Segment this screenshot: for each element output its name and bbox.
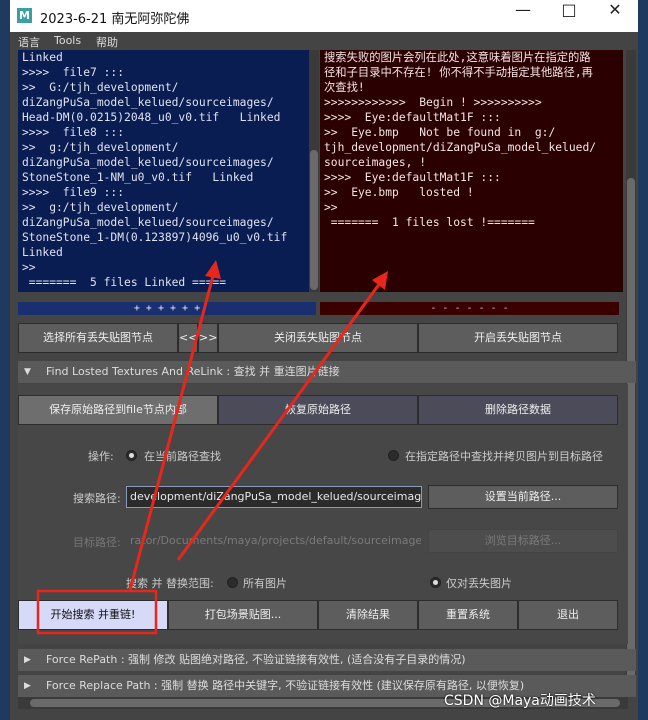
radio-copy-to-target[interactable]: [388, 450, 399, 461]
prev-button[interactable]: <<: [178, 323, 198, 353]
log-line: StoneStone_1-NM_u0_v0.tif Linked: [22, 171, 254, 184]
log-line: 径和子目录中不存在! 你不得不手动指定其他路径,再: [324, 66, 593, 79]
tab-save-original-path[interactable]: 保存原始路径到file节点内部: [18, 395, 218, 425]
log-line: Linked: [22, 246, 63, 259]
log-line: >>: [324, 201, 338, 214]
open-missing-nodes-button[interactable]: 开启丢失贴图节点: [418, 323, 618, 353]
log-line: diZangPuSa_model_kelued/sourceimages/: [22, 216, 274, 229]
linked-log-panel[interactable]: Linked >>>> file7 ::: >> G:/tjh_developmen…: [18, 50, 309, 292]
log-line: >> G:/tjh_development/: [22, 81, 179, 94]
radio-copy-to-target-label: 在指定路径中查找并拷贝图片到目标路径: [405, 450, 603, 463]
log-line: tjh_development/diZangPuSa_model_kelued/: [324, 141, 597, 154]
reset-system-button[interactable]: 重置系统: [418, 600, 518, 630]
log-line: ======= 1 files lost !=======: [324, 216, 535, 229]
scope-label: 搜索 并 替换范围:: [126, 577, 214, 590]
log-line: >>>> file9 :::: [22, 186, 125, 199]
radio-all-images-label: 所有图片: [243, 577, 287, 590]
search-path-label: 搜索路径:: [73, 492, 121, 505]
set-current-path-button[interactable]: 设置当前路径...: [428, 485, 618, 509]
radio-all-images[interactable]: [227, 577, 238, 588]
window-title: 2023-6-21 南无阿弥陀佛: [40, 12, 190, 27]
collapse-right-icon: ▶: [24, 681, 31, 691]
force-repath-section-header[interactable]: ▶ Force RePath : 强制 修改 贴图绝对路径, 不验证链接有效性,…: [18, 649, 636, 671]
maximize-button[interactable]: □: [546, 0, 592, 32]
lost-status-bar: - - - - - - -: [320, 302, 619, 315]
target-path-label: 目标路径:: [73, 536, 121, 549]
log-line: >>: [22, 261, 36, 274]
log-line: 搜索失败的图片会列在此处,这意味着图片在指定的路: [324, 51, 591, 64]
target-path-input[interactable]: rator/Documents/maya/projects/default/so…: [126, 530, 422, 552]
next-button[interactable]: >>: [198, 323, 218, 353]
csdn-watermark: CSDN @Maya动画技术: [444, 693, 596, 709]
start-search-relink-button[interactable]: 开始搜索 并重链!: [18, 600, 168, 630]
minimize-button[interactable]: —: [500, 0, 546, 32]
log-line: 次查找!: [324, 81, 365, 94]
log-line: StoneStone_1-DM(0.123897)4096_u0_v0.tif: [22, 231, 288, 244]
pack-scene-textures-button[interactable]: 打包场景贴图...: [168, 600, 318, 630]
operation-label: 操作:: [88, 450, 114, 463]
find-textures-panel: 保存原始路径到file节点内部 恢复原始路径 删除路径数据 操作: 在当前路径查…: [18, 384, 628, 644]
lost-log-panel[interactable]: 搜索失败的图片会列在此处,这意味着图片在指定的路 径和子目录中不存在! 你不得不手…: [320, 50, 623, 292]
log-line: >> g:/tjh_development/: [22, 141, 179, 154]
log-line: ======= 5 files Linked =====: [22, 276, 227, 289]
browse-target-path-button[interactable]: 浏览目标路径...: [428, 529, 618, 553]
menu-tools[interactable]: Tools: [54, 34, 81, 47]
log-line: diZangPuSa_model_kelued/sourceimages/: [22, 156, 274, 169]
find-textures-section-header[interactable]: ▼ Find Losted Textures And ReLink : 查找 并…: [18, 361, 636, 383]
log-line: >>>> file8 :::: [22, 126, 125, 139]
log-line: >> g:/tjh_development/: [22, 201, 179, 214]
radio-lost-only-label: 仅对丢失图片: [446, 577, 512, 590]
radio-current-path-label: 在当前路径查找: [144, 450, 221, 463]
radio-lost-only[interactable]: [430, 577, 441, 588]
collapse-right-icon: ▶: [24, 655, 31, 665]
collapse-down-icon: ▼: [24, 367, 31, 377]
close-missing-nodes-button[interactable]: 关闭丢失贴图节点: [218, 323, 418, 353]
log-line: diZangPuSa_model_kelued/sourceimages/: [22, 96, 274, 109]
close-button[interactable]: ✕: [592, 0, 638, 32]
menu-language[interactable]: 语言: [18, 34, 40, 50]
app-window: M 2023-6-21 南无阿弥陀佛 — □ ✕ 语言 Tools 帮助 Lin…: [10, 0, 638, 720]
log-line: Linked: [22, 51, 63, 64]
section-title: Find Losted Textures And ReLink : 查找 并 重…: [46, 365, 340, 378]
section-title: Force RePath : 强制 修改 贴图绝对路径, 不验证链接有效性, (…: [46, 653, 466, 666]
log-line: >>>> file7 :::: [22, 66, 125, 79]
log-line: >> Eye.bmp losted !: [324, 186, 474, 199]
log-line: Head-DM(0.0215)2048_u0_v0.tif Linked: [22, 111, 281, 124]
log-line: >>>> Eye:defaultMat1F :::: [324, 171, 501, 184]
log-line: sourceimages, !: [324, 156, 427, 169]
tab-restore-path[interactable]: 恢复原始路径: [218, 395, 418, 425]
select-missing-nodes-button[interactable]: 选择所有丢失贴图节点: [18, 323, 178, 353]
clear-results-button[interactable]: 清除结果: [318, 600, 418, 630]
menu-bar: 语言 Tools 帮助: [10, 32, 638, 50]
title-bar: M 2023-6-21 南无阿弥陀佛 — □ ✕: [10, 0, 638, 32]
log-line: >> Eye.bmp Not be found in g:/: [324, 126, 556, 139]
exit-button[interactable]: 退出: [518, 600, 618, 630]
log-line: >>>> Eye:defaultMat1F :::: [324, 111, 501, 124]
tab-delete-path-data[interactable]: 删除路径数据: [418, 395, 618, 425]
linked-status-bar: + + + + + +: [18, 302, 316, 315]
maya-app-icon: M: [17, 8, 32, 23]
log-line: >>>>>>>>>>>> Begin ! >>>>>>>>>>: [324, 96, 542, 109]
scroll-thumb[interactable]: [627, 178, 635, 682]
menu-help[interactable]: 帮助: [96, 34, 118, 50]
search-path-input[interactable]: development/diZangPuSa_model_kelued/sour…: [126, 486, 422, 508]
linked-log-scrollbar[interactable]: [309, 50, 319, 292]
radio-current-path[interactable]: [126, 450, 137, 461]
scroll-thumb[interactable]: [310, 150, 318, 290]
